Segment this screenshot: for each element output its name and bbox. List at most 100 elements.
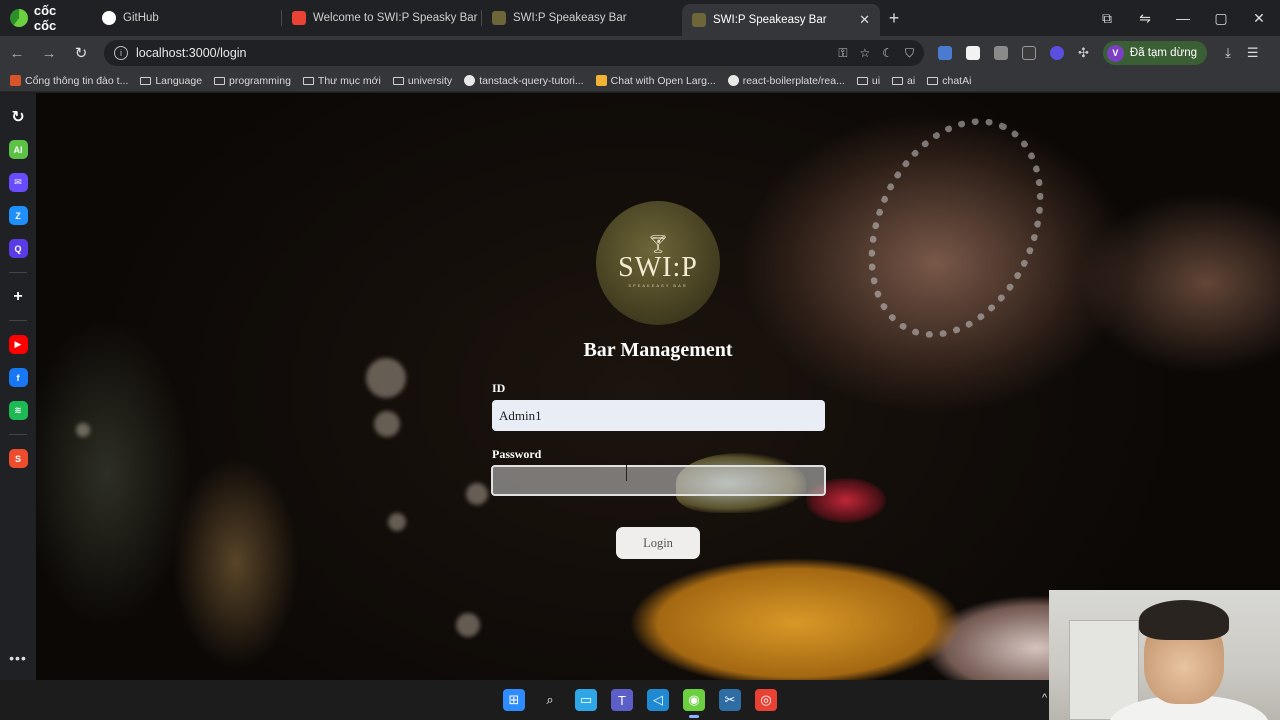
extensions-row: ✣ [938, 45, 1089, 61]
menu-icon[interactable]: ☰ [1247, 45, 1259, 61]
address-bar[interactable]: i localhost:3000/login ⚿ ☆ ☾ ⛉ [104, 40, 924, 66]
maximize-icon[interactable]: ▢ [1214, 10, 1228, 27]
folder-icon [892, 76, 904, 85]
background-bokeh [76, 423, 90, 437]
favicon-icon [10, 75, 21, 86]
background-bokeh [388, 513, 406, 531]
id-input[interactable] [492, 400, 825, 431]
profile-button[interactable]: V Đã tạm dừng [1102, 41, 1208, 65]
download-icon[interactable]: ⤓ [1225, 45, 1231, 61]
bookmark-star-icon[interactable]: ☆ [859, 46, 870, 61]
history-icon[interactable]: ↻ [8, 107, 28, 126]
background-bokeh [366, 358, 406, 398]
background-bokeh [374, 411, 400, 437]
system-tray-chevron-icon[interactable]: ^ [1042, 692, 1047, 704]
webcam-person-hair [1139, 600, 1229, 640]
password-key-icon[interactable]: ⚿ [838, 46, 847, 61]
shopee-icon[interactable]: S [8, 449, 28, 468]
url-text[interactable]: localhost:3000/login [136, 46, 247, 60]
chrome-icon[interactable]: ◎ [755, 689, 777, 711]
forward-icon[interactable]: → [40, 45, 58, 62]
tab-github[interactable]: GitHub [92, 0, 282, 36]
dark-mode-icon[interactable]: ☾ [882, 46, 893, 61]
extension-icon[interactable] [938, 46, 952, 60]
webcam-overlay [1049, 590, 1280, 720]
back-icon[interactable]: ← [8, 45, 26, 62]
desktop-icon[interactable]: ▭ [575, 689, 597, 711]
bookmark-item[interactable]: Chat with Open Larg... [595, 74, 716, 87]
tab-speakeasy-active[interactable]: SWI:P Speakeasy Bar ✕ [682, 4, 880, 36]
bookmark-label: Chat with Open Larg... [610, 74, 716, 87]
sidebar-divider [9, 272, 27, 273]
page-title: Bar Management [583, 339, 733, 361]
password-input[interactable] [491, 465, 826, 496]
ai-icon[interactable]: AI [8, 140, 28, 159]
add-icon[interactable]: + [8, 287, 28, 306]
extension-icon[interactable] [994, 46, 1008, 60]
assistant-icon[interactable]: Q [8, 239, 28, 258]
github-icon [727, 75, 739, 86]
screen: cốc cốc GitHub Welcome to SWI:P Speasky … [0, 0, 1280, 720]
tab-speakeasy[interactable]: SWI:P Speakeasy Bar [482, 0, 682, 36]
facebook-icon[interactable]: f [8, 368, 28, 387]
bookmark-item[interactable]: react-boilerplate/rea... [727, 74, 845, 87]
browser-brand[interactable]: cốc cốc [0, 3, 92, 33]
folder-icon [856, 76, 868, 85]
github-icon [464, 75, 476, 86]
extension-icon[interactable] [1022, 46, 1036, 60]
bookmark-item[interactable]: programming [214, 75, 291, 87]
bookmark-item[interactable]: Thư mục mới [302, 74, 381, 87]
bookmark-item[interactable]: ai [892, 75, 915, 87]
bookmark-label: Cổng thông tin đào t... [25, 74, 129, 87]
background-bracelet [834, 93, 1078, 367]
bookmark-item[interactable]: university [392, 74, 453, 87]
zalo-icon[interactable]: Z [8, 206, 28, 225]
bookmark-item[interactable]: Language [140, 75, 202, 87]
bookmark-item[interactable]: chatAi [927, 75, 971, 87]
bookmark-label: Thư mục mới [317, 74, 381, 87]
more-icon[interactable]: ••• [9, 650, 27, 666]
sidebar-divider [9, 320, 27, 321]
bookmark-label: Language [155, 74, 203, 87]
bookmark-label: chatAi [942, 74, 972, 87]
extension-icon[interactable] [1050, 46, 1064, 60]
tab-search-icon[interactable]: ⇋ [1138, 10, 1152, 27]
bookmarks-bar: Cổng thông tin đào t... Language programmi… [0, 70, 1280, 92]
folder-icon [214, 76, 226, 85]
bookmark-item[interactable]: tanstack-query-tutori... [464, 74, 584, 87]
vscode-icon[interactable]: ◁ [647, 689, 669, 711]
text-cursor [626, 465, 628, 481]
messenger-icon[interactable]: ✉ [8, 173, 28, 192]
coccoc-browser-icon[interactable]: ◉ [683, 689, 705, 718]
login-button[interactable]: Login [616, 527, 700, 559]
screenshot-icon[interactable]: ⧉ [1100, 10, 1114, 27]
reload-icon[interactable]: ↻ [72, 44, 90, 62]
profile-status: Đã tạm dừng [1129, 47, 1198, 59]
bookmark-label: react-boilerplate/rea... [742, 74, 845, 87]
snipping-tool-icon[interactable]: ✂ [719, 689, 741, 711]
windows-start-icon[interactable]: ⊞ [503, 689, 525, 711]
site-info-icon[interactable]: i [114, 46, 128, 60]
search-icon[interactable]: ⌕ [539, 689, 561, 711]
background-bokeh [456, 613, 480, 637]
folder-icon [392, 76, 404, 85]
youtube-icon[interactable]: ▶ [8, 335, 28, 354]
extensions-puzzle-icon[interactable]: ✣ [1078, 45, 1089, 61]
spotify-icon[interactable]: ≋ [8, 401, 28, 420]
close-window-icon[interactable]: ✕ [1252, 10, 1266, 27]
minimize-icon[interactable]: — [1176, 10, 1190, 27]
tab-strip: cốc cốc GitHub Welcome to SWI:P Speasky … [0, 0, 1280, 36]
tab-welcome[interactable]: Welcome to SWI:P Speasky Bar - ... [282, 0, 482, 36]
bookmark-label: tanstack-query-tutori... [479, 74, 584, 87]
logo-subtitle: SPEAKEASY BAR [628, 282, 688, 288]
bookmark-item[interactable]: ui [856, 75, 880, 87]
teams-icon[interactable]: T [611, 689, 633, 711]
new-tab-button[interactable]: + [880, 8, 908, 29]
bookmark-item[interactable]: Cổng thông tin đào t... [10, 75, 128, 87]
bookmark-label: university [407, 74, 453, 87]
coccoc-logo-icon [10, 9, 28, 27]
extension-icon[interactable] [966, 46, 980, 60]
close-tab-icon[interactable]: ✕ [859, 12, 870, 28]
shield-icon[interactable]: ⛉ [905, 46, 914, 61]
bar-logo: 🍸︎ SWI:P SPEAKEASY BAR [596, 201, 720, 325]
